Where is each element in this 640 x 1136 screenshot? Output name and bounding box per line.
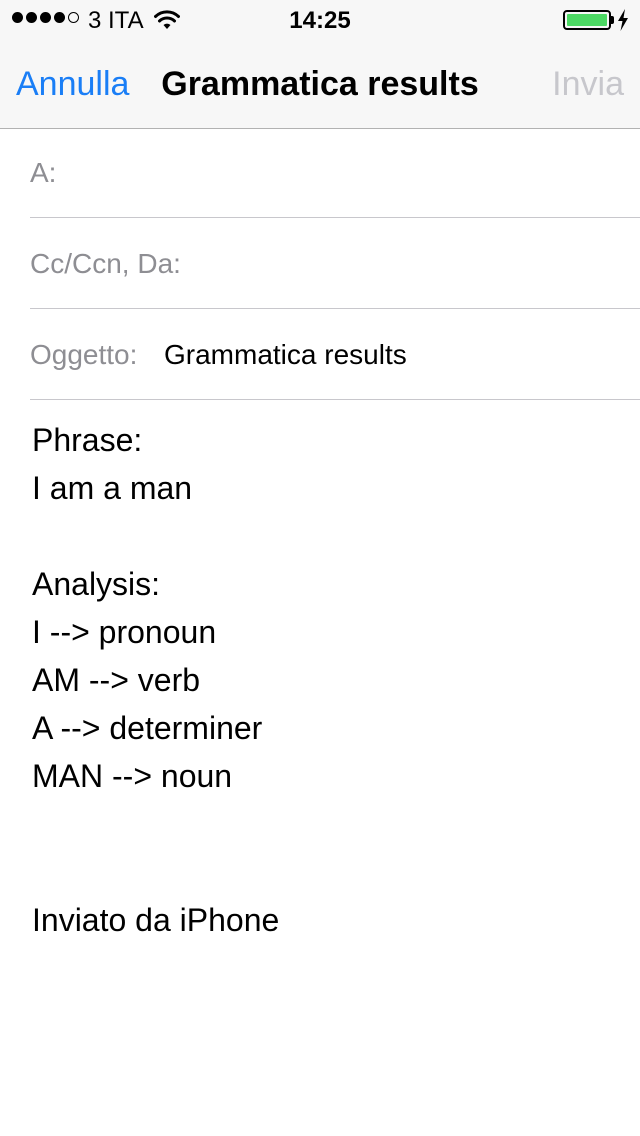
body-line: Inviato da iPhone xyxy=(32,902,280,938)
body-line: MAN --> noun xyxy=(32,758,233,794)
charging-bolt-icon xyxy=(618,9,628,31)
body-line: Phrase: xyxy=(32,422,143,458)
status-bar: 3 ITA 14:25 xyxy=(0,0,640,40)
battery-nub xyxy=(611,16,614,24)
body-line: I --> pronoun xyxy=(32,614,217,650)
body-line: I am a man xyxy=(32,470,193,506)
body-line: Analysis: xyxy=(32,566,161,602)
body-line: AM --> verb xyxy=(32,662,201,698)
subject-input[interactable]: Grammatica results xyxy=(164,338,407,372)
body-line xyxy=(32,800,622,848)
to-input[interactable] xyxy=(90,128,640,217)
mail-compose-screen: 3 ITA 14:25 Annulla Grammatica results I… xyxy=(0,0,640,1136)
message-body[interactable]: Phrase: I am a man Analysis: I --> pronoun A… xyxy=(32,416,622,944)
send-button[interactable]: Invia xyxy=(552,64,624,104)
navigation-bar: Annulla Grammatica results Invia xyxy=(0,40,640,128)
cc-bcc-from-input[interactable] xyxy=(200,219,640,308)
to-field[interactable]: A: xyxy=(30,128,640,218)
cc-bcc-from-field[interactable]: Cc/Ccn, Da: xyxy=(30,219,640,309)
nav-title: Grammatica results xyxy=(161,65,479,103)
status-time: 14:25 xyxy=(289,7,351,34)
body-line xyxy=(32,848,622,896)
header: 3 ITA 14:25 Annulla Grammatica results I… xyxy=(0,0,640,129)
subject-field[interactable]: Oggetto: Grammatica results xyxy=(30,310,640,400)
body-line: A --> determiner xyxy=(32,710,263,746)
cc-bcc-from-label: Cc/Ccn, Da: xyxy=(30,248,181,279)
battery-icon xyxy=(563,10,611,30)
battery-fill xyxy=(567,14,607,26)
to-label: A: xyxy=(30,157,57,188)
subject-label: Oggetto: xyxy=(30,339,138,370)
body-line xyxy=(32,512,622,560)
